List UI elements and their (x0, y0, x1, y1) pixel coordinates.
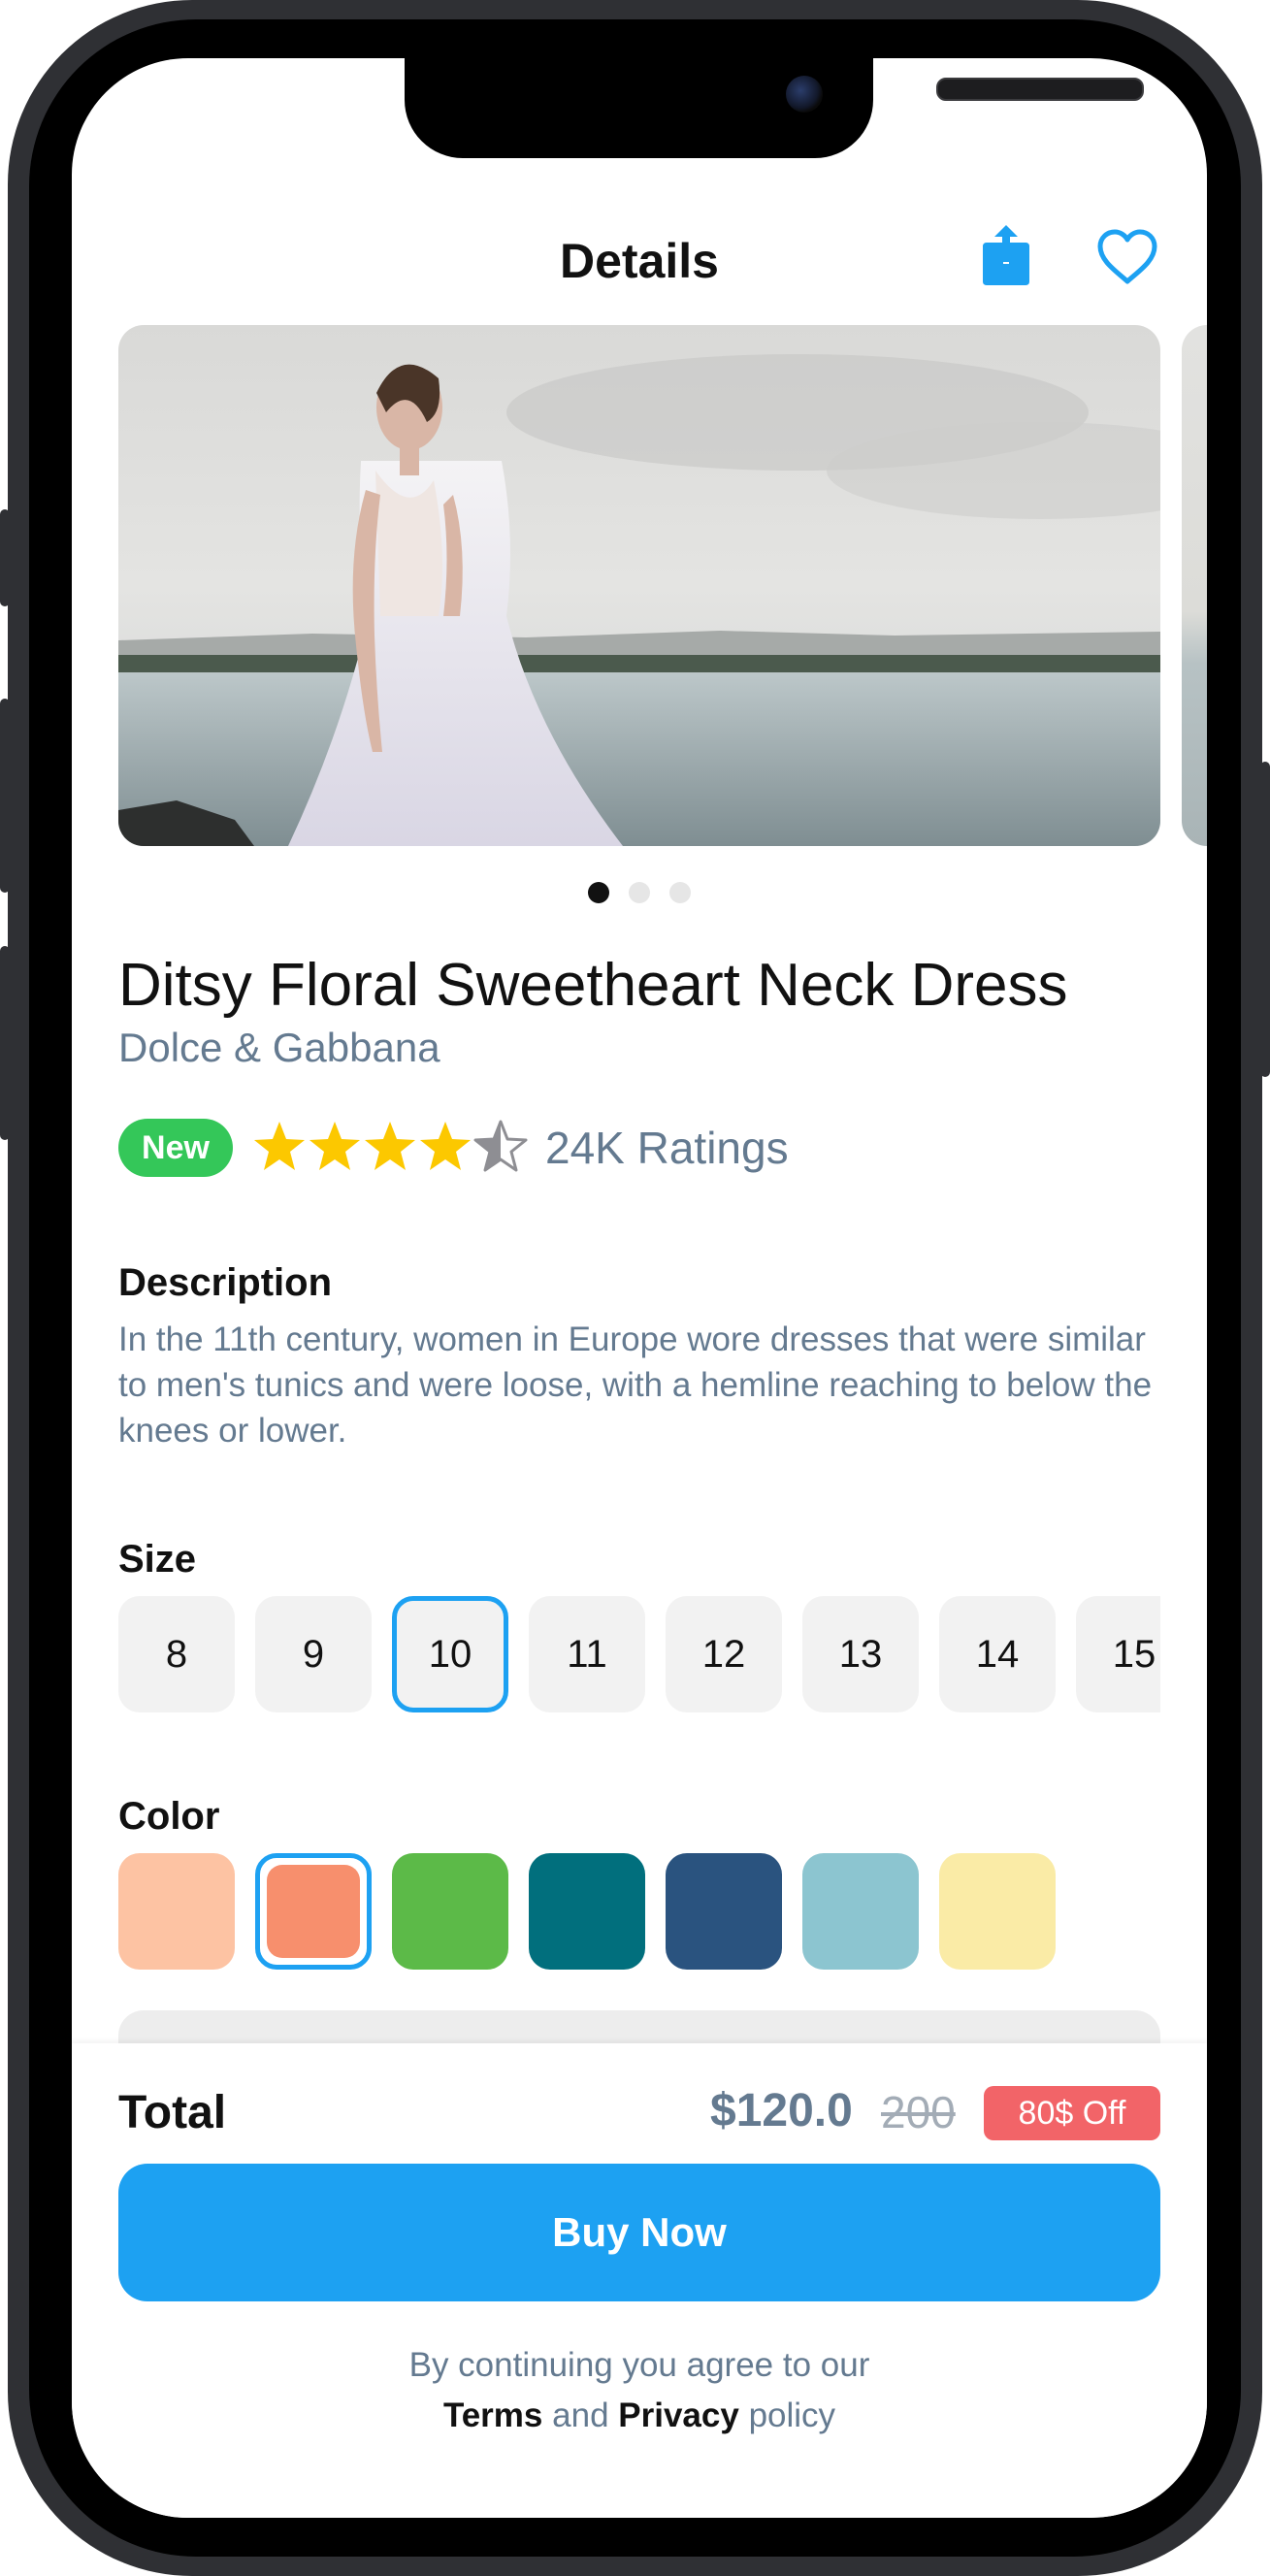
current-price: $120.0 (710, 2085, 853, 2136)
page-dot[interactable] (669, 882, 691, 903)
terms-suffix: policy (748, 2397, 836, 2434)
color-swatch[interactable] (666, 1853, 782, 1970)
size-heading: Size (118, 1538, 197, 1581)
size-selector: 8 9 10 11 12 13 14 15 (118, 1596, 1160, 1712)
size-option-9[interactable]: 9 (255, 1596, 372, 1712)
terms-and: and (552, 2397, 609, 2434)
color-swatch[interactable] (118, 1853, 235, 1970)
color-swatch[interactable] (939, 1853, 1056, 1970)
notch (405, 58, 1144, 158)
star-full-icon (417, 1119, 473, 1175)
star-full-icon (362, 1119, 418, 1175)
star-full-icon (251, 1119, 308, 1175)
ratings-count[interactable]: 24K Ratings (545, 1119, 789, 1177)
phone-screen: Details Ditsy Floral Sweetheart Neck Dre… (72, 58, 1207, 2518)
star-half-icon (472, 1119, 529, 1175)
size-option-10[interactable]: 10 (392, 1596, 508, 1712)
size-option-14[interactable]: 14 (939, 1596, 1056, 1712)
front-camera (786, 76, 823, 113)
page-dot[interactable] (588, 882, 609, 903)
description-heading: Description (118, 1261, 333, 1304)
terms-link[interactable]: Terms (443, 2397, 542, 2434)
color-swatch[interactable] (392, 1853, 508, 1970)
power-button (1260, 762, 1270, 1077)
terms-notice: By continuing you agree to our Terms and… (72, 2340, 1207, 2441)
volume-up-button (0, 699, 10, 893)
color-swatch[interactable] (255, 1853, 372, 1970)
mute-switch (0, 509, 10, 606)
total-label: Total (118, 2087, 227, 2138)
color-heading: Color (118, 1795, 220, 1838)
size-option-15[interactable]: 15 (1076, 1596, 1160, 1712)
favorite-button[interactable] (1095, 228, 1159, 286)
new-badge: New (118, 1119, 233, 1177)
brand-name[interactable]: Dolce & Gabbana (118, 1025, 440, 1071)
volume-down-button (0, 946, 10, 1140)
size-option-12[interactable]: 12 (666, 1596, 782, 1712)
size-option-13[interactable]: 13 (802, 1596, 919, 1712)
share-button[interactable] (979, 223, 1033, 287)
heart-icon (1097, 229, 1157, 284)
product-name: Ditsy Floral Sweetheart Neck Dress (118, 952, 1068, 1019)
original-price: 200 (881, 2087, 956, 2137)
product-image (118, 325, 1160, 846)
page-dot[interactable] (629, 882, 650, 903)
discount-badge: 80$ Off (984, 2086, 1160, 2140)
size-option-11[interactable]: 11 (529, 1596, 645, 1712)
color-swatch[interactable] (529, 1853, 645, 1970)
earpiece-speaker (936, 78, 1144, 101)
description-text: In the 11th century, women in Europe wor… (118, 1321, 1153, 1450)
share-icon (983, 225, 1029, 285)
buy-now-button[interactable]: Buy Now (118, 2164, 1160, 2301)
privacy-link[interactable]: Privacy (618, 2397, 739, 2434)
terms-line-1: By continuing you agree to our (408, 2346, 870, 2384)
color-selector (118, 1853, 1160, 1970)
page-title: Details (560, 234, 719, 288)
image-carousel[interactable] (118, 325, 1207, 846)
size-option-8[interactable]: 8 (118, 1596, 235, 1712)
color-swatch-fill (267, 1865, 360, 1958)
terms-line-2: Terms and Privacy policy (72, 2391, 1207, 2441)
next-image-preview (1182, 325, 1207, 846)
color-swatch[interactable] (802, 1853, 919, 1970)
star-full-icon (307, 1119, 363, 1175)
